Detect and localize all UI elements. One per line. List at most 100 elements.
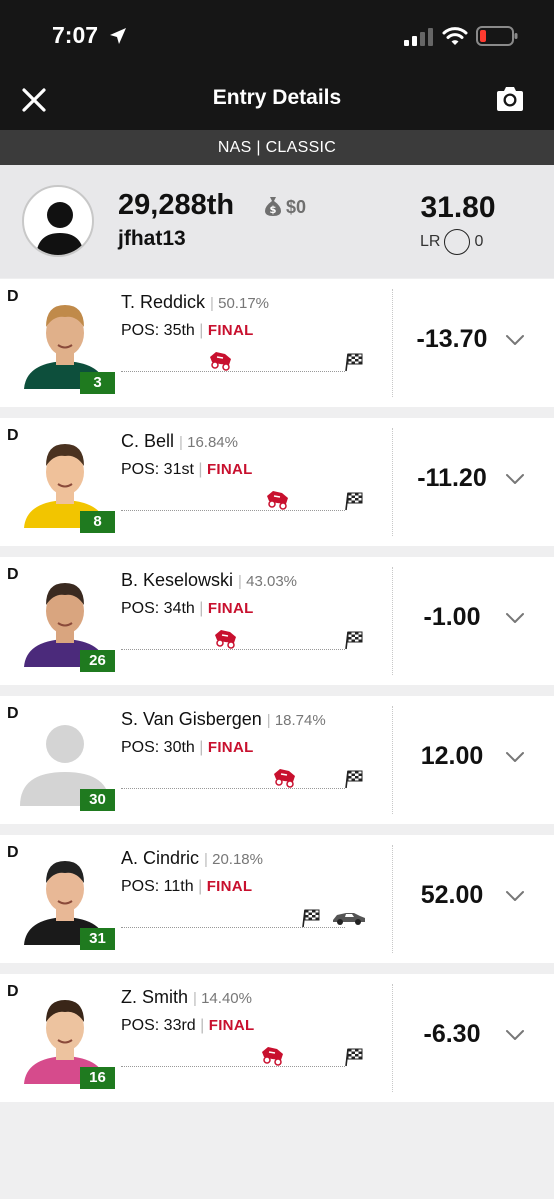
finish-position: POS: 35th xyxy=(121,322,195,339)
checkered-flag-icon xyxy=(344,769,364,789)
wrecked-car-icon xyxy=(271,766,299,788)
ownership-pct: | 50.17% xyxy=(210,295,269,312)
ownership-pct: | 43.03% xyxy=(238,573,297,590)
wrecked-car-icon xyxy=(264,488,292,510)
driver-info: S. Van Gisbergen | 18.74% xyxy=(121,709,326,730)
ownership-pct: | 20.18% xyxy=(204,851,263,868)
lr-indicator: LR 0 xyxy=(420,229,483,255)
race-progress-track xyxy=(121,371,345,372)
checkered-flag-icon xyxy=(344,352,364,372)
driver-name[interactable]: C. Bell xyxy=(121,431,179,451)
entry-summary: 29,288th $ $0 jfhat13 31.80 LR 0 xyxy=(0,165,554,278)
finish-position-line: POS: 11th | FINAL xyxy=(121,878,253,895)
player-card[interactable]: D 26 B. Keselowski | 43.03% POS: 34th | … xyxy=(0,557,554,685)
player-card[interactable]: D 3 T. Reddick | 50.17% POS: 35th | FINA… xyxy=(0,279,554,407)
location-arrow-icon xyxy=(110,28,126,44)
divider xyxy=(392,984,393,1092)
contest-label: NAS | CLASSIC xyxy=(0,130,554,165)
wrecked-car-icon xyxy=(259,1044,287,1066)
driver-info: Z. Smith | 14.40% xyxy=(121,987,252,1008)
car-number-badge: 16 xyxy=(80,1067,115,1089)
camera-icon[interactable] xyxy=(494,84,526,114)
car-number-badge: 8 xyxy=(80,511,115,533)
finish-position-line: POS: 31st | FINAL xyxy=(121,461,253,478)
car-number-badge: 30 xyxy=(80,789,115,811)
driver-info: B. Keselowski | 43.03% xyxy=(121,570,297,591)
ownership-pct: | 16.84% xyxy=(179,434,238,451)
race-car-icon xyxy=(332,906,366,928)
player-score: -6.30 xyxy=(423,1020,481,1048)
checkered-flag-icon xyxy=(344,630,364,650)
checkered-flag-icon xyxy=(301,908,321,928)
page-title: Entry Details xyxy=(212,86,342,109)
finish-position-line: POS: 34th | FINAL xyxy=(121,600,254,617)
chevron-down-icon[interactable] xyxy=(504,889,526,903)
race-progress-track xyxy=(121,510,345,511)
player-score: -13.70 xyxy=(416,325,488,353)
car-number-badge: 31 xyxy=(80,928,115,950)
ownership-pct: | 18.74% xyxy=(266,712,326,729)
player-score: -1.00 xyxy=(423,603,481,631)
race-progress-track xyxy=(121,649,345,650)
total-score: 31.80 xyxy=(420,191,496,224)
checkered-flag-icon xyxy=(344,491,364,511)
user-avatar xyxy=(22,185,94,257)
race-status: FINAL xyxy=(208,1017,255,1034)
battery-low-icon xyxy=(476,26,518,46)
svg-text:$: $ xyxy=(270,205,277,216)
chevron-down-icon[interactable] xyxy=(504,1028,526,1042)
chevron-down-icon[interactable] xyxy=(504,333,526,347)
driver-name[interactable]: T. Reddick xyxy=(121,292,210,312)
driver-name[interactable]: B. Keselowski xyxy=(121,570,238,590)
checkered-flag-icon xyxy=(344,1047,364,1067)
chevron-down-icon[interactable] xyxy=(504,611,526,625)
race-status: FINAL xyxy=(206,461,253,478)
player-card[interactable]: D 30 S. Van Gisbergen | 18.74% POS: 30th… xyxy=(0,696,554,824)
entry-rank: 29,288th xyxy=(118,189,235,221)
race-progress-track xyxy=(121,1066,345,1067)
divider xyxy=(392,706,393,814)
race-status: FINAL xyxy=(207,322,254,339)
money-bag-icon: $ xyxy=(265,197,281,216)
finish-position: POS: 33rd xyxy=(121,1017,196,1034)
driver-name[interactable]: Z. Smith xyxy=(121,987,193,1007)
car-number-badge: 26 xyxy=(80,650,115,672)
status-bar: 7:07 xyxy=(0,0,554,72)
race-status: FINAL xyxy=(207,739,254,756)
chevron-down-icon[interactable] xyxy=(504,472,526,486)
nav-bar: Entry Details xyxy=(0,72,554,130)
ownership-pct: | 14.40% xyxy=(193,990,252,1007)
divider xyxy=(392,845,393,953)
divider xyxy=(392,428,393,536)
finish-position: POS: 11th xyxy=(121,878,194,895)
lr-circle-icon xyxy=(444,229,471,255)
finish-position-line: POS: 33rd | FINAL xyxy=(121,1017,255,1034)
driver-info: T. Reddick | 50.17% xyxy=(121,292,269,313)
driver-name[interactable]: A. Cindric xyxy=(121,848,204,868)
player-card[interactable]: D 16 Z. Smith | 14.40% POS: 33rd | FINAL… xyxy=(0,974,554,1102)
cellular-signal-icon xyxy=(404,28,433,46)
chevron-down-icon[interactable] xyxy=(504,750,526,764)
wrecked-car-icon xyxy=(212,627,240,649)
finish-position: POS: 34th xyxy=(121,600,195,617)
player-card[interactable]: D 31 A. Cindric | 20.18% POS: 11th | FIN… xyxy=(0,835,554,963)
driver-info: A. Cindric | 20.18% xyxy=(121,848,263,869)
player-score: -11.20 xyxy=(417,464,487,492)
wifi-icon xyxy=(442,27,468,45)
lr-value: 0 xyxy=(474,233,484,250)
player-score: 12.00 xyxy=(420,742,484,770)
username: jfhat13 xyxy=(118,227,186,250)
race-status: FINAL xyxy=(207,600,254,617)
finish-position-line: POS: 30th | FINAL xyxy=(121,739,254,756)
wrecked-car-icon xyxy=(207,349,235,371)
finish-position: POS: 31st xyxy=(121,461,194,478)
lr-label: LR xyxy=(420,233,441,250)
race-status: FINAL xyxy=(206,878,253,895)
divider xyxy=(392,567,393,675)
player-card[interactable]: D 8 C. Bell | 16.84% POS: 31st | FINAL -… xyxy=(0,418,554,546)
finish-position-line: POS: 35th | FINAL xyxy=(121,322,254,339)
driver-info: C. Bell | 16.84% xyxy=(121,431,238,452)
finish-position: POS: 30th xyxy=(121,739,195,756)
driver-name[interactable]: S. Van Gisbergen xyxy=(121,709,267,729)
car-number-badge: 3 xyxy=(80,372,115,394)
